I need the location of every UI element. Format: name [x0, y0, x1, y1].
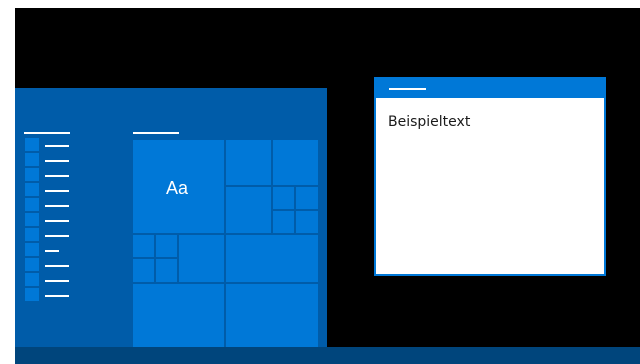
app-list-item-label[interactable] — [45, 145, 69, 147]
app-list-icon[interactable] — [25, 273, 39, 288]
large-tile[interactable] — [133, 284, 224, 347]
app-list-item-label[interactable] — [45, 250, 59, 252]
app-list-header — [24, 132, 70, 134]
app-list-icon[interactable] — [25, 243, 39, 258]
screen: Aa Beispieltext — [0, 0, 640, 364]
window-content: Beispieltext — [376, 98, 604, 274]
app-list-item-label[interactable] — [45, 220, 69, 222]
small-tile[interactable] — [133, 259, 154, 282]
small-tile[interactable] — [273, 187, 294, 209]
app-list-icon[interactable] — [25, 168, 39, 183]
window-titlebar[interactable] — [374, 77, 606, 98]
small-tile[interactable] — [296, 187, 318, 209]
large-tile[interactable]: Aa — [133, 140, 224, 233]
app-list-icon[interactable] — [25, 213, 39, 228]
app-list-item-label[interactable] — [45, 205, 69, 207]
app-list-item-label[interactable] — [45, 175, 69, 177]
sample-text: Beispieltext — [388, 114, 471, 130]
wide-tile[interactable] — [226, 235, 318, 282]
app-list-item-label[interactable] — [45, 280, 69, 282]
window-title-placeholder — [389, 88, 426, 90]
app-list-icon[interactable] — [25, 258, 39, 273]
small-tile[interactable] — [156, 259, 177, 282]
medium-tile[interactable] — [226, 187, 271, 233]
app-list-item-label[interactable] — [45, 295, 69, 297]
medium-tile[interactable] — [226, 140, 271, 185]
app-list-item-label[interactable] — [45, 160, 69, 162]
app-list-item-label[interactable] — [45, 190, 69, 192]
app-list-item-label[interactable] — [45, 265, 69, 267]
medium-tile[interactable] — [179, 235, 224, 282]
taskbar[interactable] — [15, 347, 640, 364]
tile-sample-text: Aa — [166, 178, 189, 198]
app-list-icon[interactable] — [25, 153, 39, 168]
app-list-icon[interactable] — [25, 198, 39, 213]
app-list-icon[interactable] — [25, 228, 39, 243]
large-tile[interactable] — [226, 284, 318, 347]
app-list-icon[interactable] — [25, 288, 39, 303]
start-menu: Aa — [15, 88, 327, 347]
small-tile[interactable] — [156, 235, 177, 257]
small-tile[interactable] — [296, 211, 318, 233]
small-tile[interactable] — [273, 211, 294, 233]
medium-tile[interactable] — [273, 140, 318, 185]
app-list-item-label[interactable] — [45, 235, 69, 237]
app-list-icon[interactable] — [25, 138, 39, 153]
tile-group-header — [133, 132, 179, 134]
tile-grid: Aa — [133, 140, 318, 347]
app-window[interactable]: Beispieltext — [374, 77, 606, 276]
app-list-icon[interactable] — [25, 183, 39, 198]
small-tile[interactable] — [133, 235, 154, 257]
